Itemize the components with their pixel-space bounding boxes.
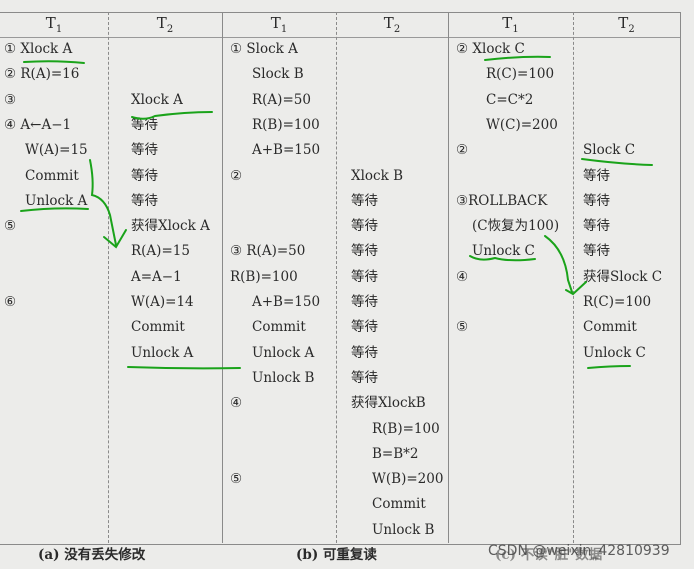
header-subscript: 1 [512,24,519,35]
section-divider [222,12,223,543]
schedule-cell: Unlock A [131,344,194,361]
schedule-cell: R(C)=100 [486,66,555,83]
schedule-cell: W(A)=15 [25,142,88,159]
schedule-cell: Slock B [252,66,304,83]
schedule-cell: 等待 [351,218,378,235]
schedule-cell: ⑥ [4,294,17,310]
schedule-cell: R(B)=100 [252,116,320,133]
schedule-cell: Unlock A [252,344,315,361]
column-header: T1 [222,14,336,35]
schedule-cell: 等待 [351,268,378,285]
caption-b: (b) 可重复读 [296,547,377,563]
header-label: T [502,14,513,32]
header-subscript: 1 [280,24,288,35]
schedule-cell: ④ [230,395,243,412]
schedule-cell: B=B*2 [372,445,419,462]
column-divider [108,12,109,543]
column-header: T1 [0,14,108,35]
caption-a: (a) 没有丢失修改 [38,547,146,563]
schedule-cell: Commit [372,496,426,513]
schedule-cell: W(A)=14 [131,294,194,310]
column-header: T1 [448,14,573,35]
schedule-cell: 等待 [351,344,378,361]
header-label: T [618,14,629,32]
schedule-cell: 等待 [583,243,610,260]
schedule-cell: ② R(A)=16 [4,66,80,83]
column-header: T2 [336,14,448,35]
schedule-cell: 获得Xlock A [131,218,210,235]
schedule-cell: ② Xlock C [456,41,525,57]
schedule-cell: 等待 [583,167,610,184]
header-label: T [270,14,281,32]
schedule-cell: ③ROLLBACK [456,192,548,209]
section-divider [448,12,449,543]
schedule-cell: Commit [252,319,306,336]
schedule-cell: Unlock B [372,521,435,538]
header-subscript: 2 [166,24,174,35]
column-divider [573,12,574,543]
column-header: T2 [108,14,222,35]
header-label: T [45,14,56,32]
schedule-cell: ⑤ [230,471,243,488]
schedule-cell: 等待 [351,319,378,336]
schedule-cell: ② [456,142,469,159]
schedule-cell: A+B=150 [252,142,321,159]
schedule-cell: 等待 [583,218,610,235]
schedule-cell: R(C)=100 [583,294,652,310]
column-divider [336,12,337,543]
schedule-cell: W(C)=200 [486,116,558,133]
schedule-cell: ① Slock A [230,41,298,57]
schedule-cell: ② [230,167,243,184]
schedule-cell: R(A)=15 [131,243,190,260]
schedule-cell: 等待 [351,192,378,209]
header-divider [0,37,680,38]
schedule-cell: 等待 [583,192,610,209]
schedule-cell: A=A−1 [131,268,182,285]
header-label: T [156,14,167,32]
schedule-cell: 等待 [351,369,378,386]
watermark: CSDN @weixin_42810939 [488,543,670,559]
schedule-cell: ③ R(A)=50 [230,243,306,260]
schedule-cell: W(B)=200 [372,471,444,488]
schedule-cell: R(B)=100 [230,268,298,285]
schedule-cell: ④ A←A−1 [4,116,72,133]
schedule-cell: Unlock C [583,344,646,361]
schedule-cell: 等待 [131,142,158,159]
schedule-cell: 等待 [131,192,158,209]
column-header: T2 [573,14,680,35]
schedule-cell: Unlock B [252,369,315,386]
schedule-cell: 获得Slock C [583,268,663,285]
schedule-cell: ④ [456,268,469,285]
schedule-cell: Xlock A [131,91,183,108]
schedule-cell: 等待 [131,116,158,133]
schedule-cell: (C恢复为100) [472,218,560,235]
schedule-cell: Commit [131,319,185,336]
schedule-cell: 等待 [351,243,378,260]
schedule-cell: R(B)=100 [372,420,440,437]
schedule-cell: A+B=150 [252,294,321,310]
schedule-cell: 等待 [131,167,158,184]
schedule-cell: Xlock B [351,167,404,184]
header-subscript: 2 [393,24,401,35]
header-subscript: 2 [628,24,635,35]
schedule-cell: ⑤ [4,218,17,235]
schedule-cell: Unlock C [472,243,535,260]
schedule-cell: R(A)=50 [252,91,311,108]
schedule-cell: ③ [4,91,17,108]
schedule-cell: 获得XlockB [351,395,426,412]
schedule-cell: ⑤ [456,319,469,336]
schedule-cell: ① Xlock A [4,41,73,57]
schedule-cell: C=C*2 [486,91,534,108]
schedule-cell: Unlock A [25,192,88,209]
header-label: T [383,14,394,32]
header-subscript: 1 [55,24,63,35]
schedule-cell: Commit [25,167,79,184]
schedule-cell: 等待 [351,294,378,310]
page: T1 ① Xlock A② R(A)=16 ③ ④ A←A−1 W(A)=15 Commi… [0,0,694,569]
schedule-cell: Commit [583,319,637,336]
schedule-cell: Slock C [583,142,636,159]
schedule-table [0,12,681,545]
